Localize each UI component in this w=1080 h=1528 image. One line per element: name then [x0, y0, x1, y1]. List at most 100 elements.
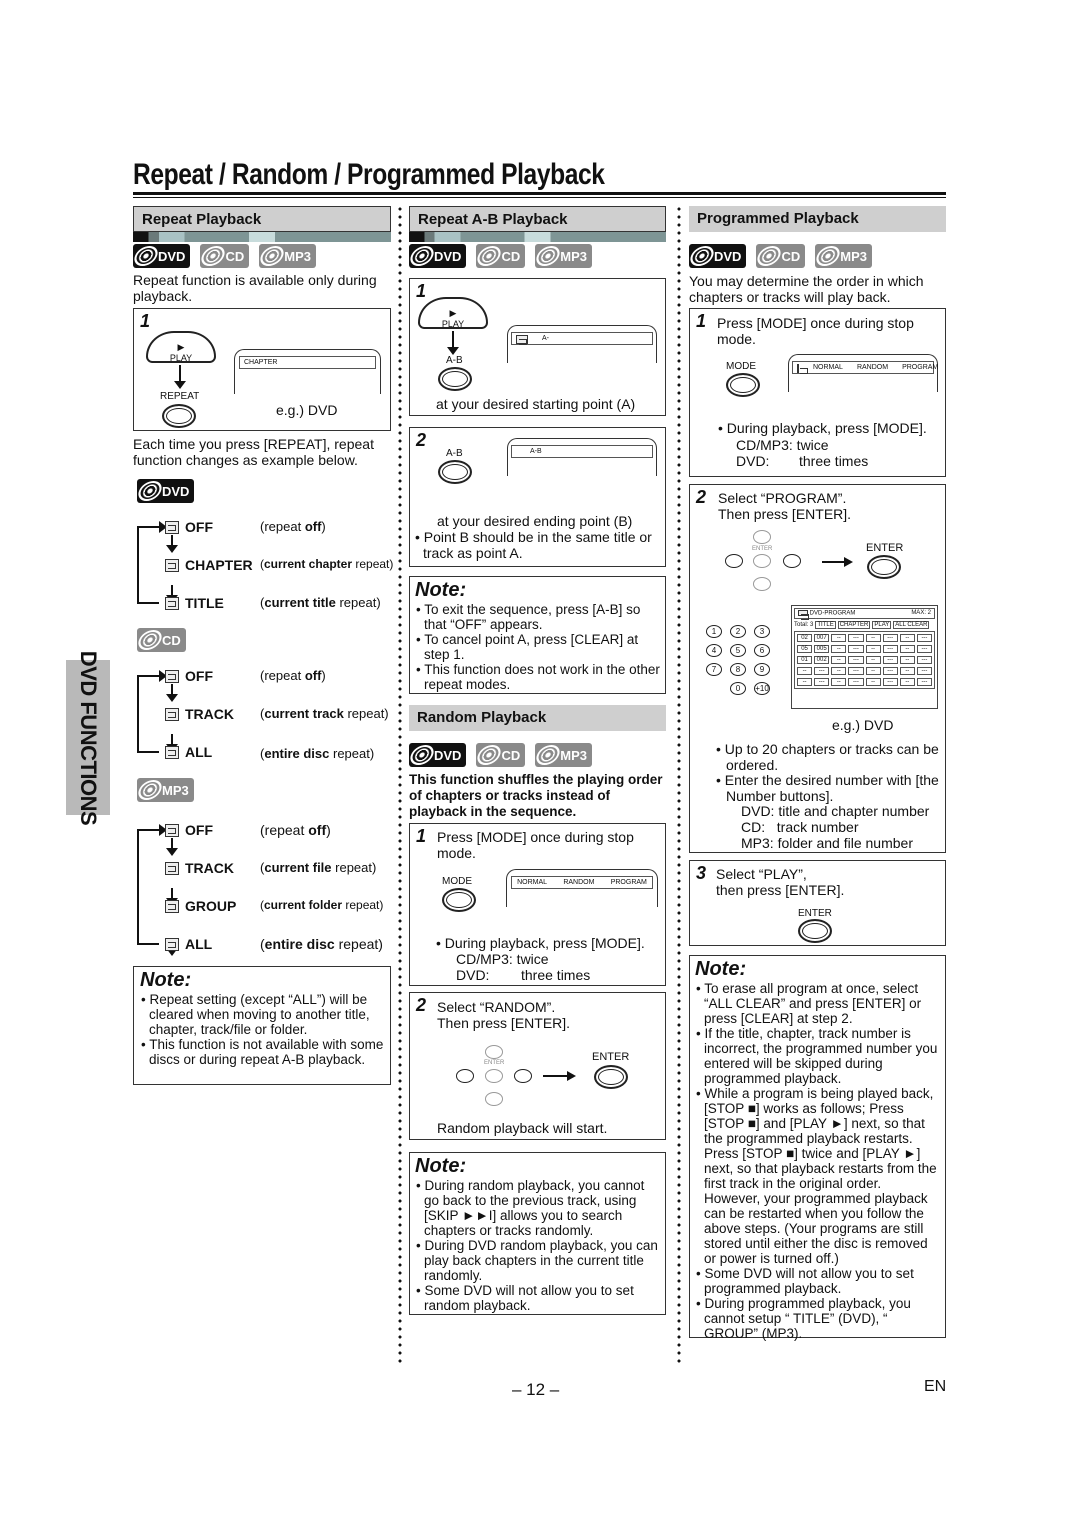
- step-line: Then press [ENTER].: [437, 1015, 571, 1031]
- up-button: [753, 530, 771, 544]
- mp3-badge: MP3: [813, 244, 872, 268]
- badge-label: CD: [501, 248, 521, 264]
- mode-label: TRACK: [185, 706, 234, 722]
- mp3-badge: MP3: [533, 743, 592, 767]
- panel-title-button[interactable]: TITLE: [815, 620, 836, 629]
- dvd-times-label: DVD:: [736, 453, 770, 469]
- program-cell: 02: [797, 633, 813, 642]
- step-bullet: • During playback, press [MODE].: [718, 420, 927, 436]
- screen-bar: CHAPTER: [239, 356, 376, 369]
- program-cell: --: [865, 666, 881, 675]
- program-cell: --: [899, 677, 915, 686]
- repeat-icon: [165, 937, 179, 951]
- screen-bar: NORMAL RANDOM PROGRAM: [511, 876, 653, 889]
- screen-bar: NORMAL RANDOM PROGRAM: [792, 361, 938, 374]
- ab-button: [438, 367, 472, 391]
- step-number: 2: [696, 487, 707, 507]
- mode-label: OFF: [185, 668, 213, 684]
- screen-item: RANDOM: [563, 879, 595, 886]
- screen-text: CHAPTER: [244, 359, 278, 366]
- bullet-text: During playback, press [MODE].: [444, 935, 645, 951]
- enter-button: [798, 919, 832, 943]
- step-caption: at your desired ending point (B): [437, 513, 633, 529]
- step-number: 3: [696, 863, 707, 883]
- step-bullet: • Up to 20 chapters or tracks can be ord…: [716, 741, 939, 773]
- number-button: 3: [754, 625, 770, 638]
- repeat-intro: Repeat function is available only during…: [133, 272, 377, 304]
- program-cell: ---: [916, 677, 932, 686]
- play-label: PLAY: [169, 353, 193, 363]
- mp3-badge: MP3: [135, 778, 194, 802]
- disc-icon: [754, 246, 785, 266]
- badge-label: MP3: [162, 782, 189, 798]
- ab-step-2: 2 A-B A-B at your desired ending point (…: [409, 427, 666, 567]
- play-button: ▶ PLAY: [146, 331, 216, 363]
- program-cell: 05: [797, 644, 813, 653]
- disc-icon: [257, 246, 287, 266]
- panel-title: DVD-PROGRAM: [798, 610, 855, 620]
- disc-badges: DVD CD MP3: [131, 244, 316, 268]
- bullet-text: During playback, press [MODE].: [726, 420, 927, 436]
- disc-icon: [135, 481, 165, 501]
- badge-label: CD: [781, 248, 801, 264]
- play-label: PLAY: [441, 319, 465, 329]
- enter-small-label: ENTER: [484, 1060, 505, 1066]
- number-button: 0: [730, 682, 746, 695]
- screen-text: A-: [542, 335, 549, 342]
- each-time-text: Each time you press [REPEAT], repeat fun…: [133, 436, 374, 468]
- disc-icon: [131, 246, 161, 266]
- dvd-repeat-cycle: OFF (repeat off) CHAPTER (current chapte…: [137, 515, 397, 615]
- arrow-head: [567, 1071, 576, 1081]
- step-bullet: • Enter the desired number with [the Num…: [716, 772, 939, 804]
- note-item: During programmed playback, you cannot s…: [695, 1296, 940, 1341]
- cd-badge: CD: [198, 244, 250, 268]
- badge-label: DVD: [158, 248, 186, 264]
- bullet-text: Enter the desired number with [the Numbe…: [724, 772, 939, 804]
- right-button: [783, 554, 801, 568]
- random-note: Note: During random playback, you cannot…: [409, 1152, 666, 1315]
- mode-label: CHAPTER: [185, 557, 253, 573]
- repeat-step-1: 1 ▶ PLAY REPEAT CHAPTER e.g.) DVD: [133, 308, 391, 431]
- note-item: Repeat setting (except “ALL”) will be cl…: [140, 992, 384, 1037]
- program-cell: ---: [882, 644, 898, 653]
- badge-label: DVD: [162, 483, 190, 499]
- repeat-icon: [165, 669, 179, 683]
- note-item: To cancel point A, press [CLEAR] at step…: [415, 632, 660, 662]
- programmed-heading: Programmed Playback: [689, 206, 946, 232]
- mode-label: TITLE: [185, 595, 224, 611]
- program-cell: --: [865, 633, 881, 642]
- enter-label: ENTER: [592, 1051, 630, 1063]
- screen-item: NORMAL: [813, 364, 843, 371]
- note-item: To erase all program at once, select “AL…: [695, 981, 940, 1026]
- step-bullet: Point B should be in the same title or t…: [414, 529, 664, 561]
- dvd-times-label: DVD:: [456, 967, 490, 983]
- mp3-badge: MP3: [533, 244, 592, 268]
- prog-step-2: 2 Select “PROGRAM”. Then press [ENTER]. …: [689, 484, 946, 853]
- ab-label: A-B: [446, 355, 463, 366]
- step-number: 1: [416, 826, 427, 846]
- repeat-mode-item: TRACK: [165, 860, 234, 876]
- program-cell: ---: [916, 633, 932, 642]
- disc-icon: [135, 780, 165, 800]
- arrow-down-icon: [166, 535, 178, 553]
- panel-chapter-button[interactable]: CHAPTER: [837, 620, 871, 629]
- panel-play-button[interactable]: PLAY: [872, 620, 892, 629]
- panel-all-clear-button[interactable]: ALL CLEAR: [893, 620, 930, 629]
- mode-button: [726, 373, 760, 397]
- tv-screen: NORMAL RANDOM PROGRAM: [506, 869, 658, 907]
- repeat-mode-item: GROUP: [165, 898, 236, 914]
- step-number: 1: [696, 311, 707, 331]
- disc-badges: DVD CD MP3: [407, 743, 592, 767]
- tv-screen: A-B: [507, 438, 657, 476]
- badge-label: MP3: [284, 248, 311, 264]
- mode-desc: (current title repeat): [260, 595, 381, 610]
- dvd-badge: DVD: [407, 743, 467, 767]
- enter-small-button: [753, 554, 771, 568]
- program-cell: --: [865, 655, 881, 664]
- repeat-ab-heading: Repeat A-B Playback: [409, 206, 666, 232]
- program-cell: ---: [848, 655, 864, 664]
- badge-label: MP3: [560, 248, 587, 264]
- ab-step-1: 1 ▶ PLAY A-B A- at your desired starting …: [409, 278, 666, 416]
- repeat-icon: [165, 899, 179, 913]
- repeat-icon: [165, 707, 179, 721]
